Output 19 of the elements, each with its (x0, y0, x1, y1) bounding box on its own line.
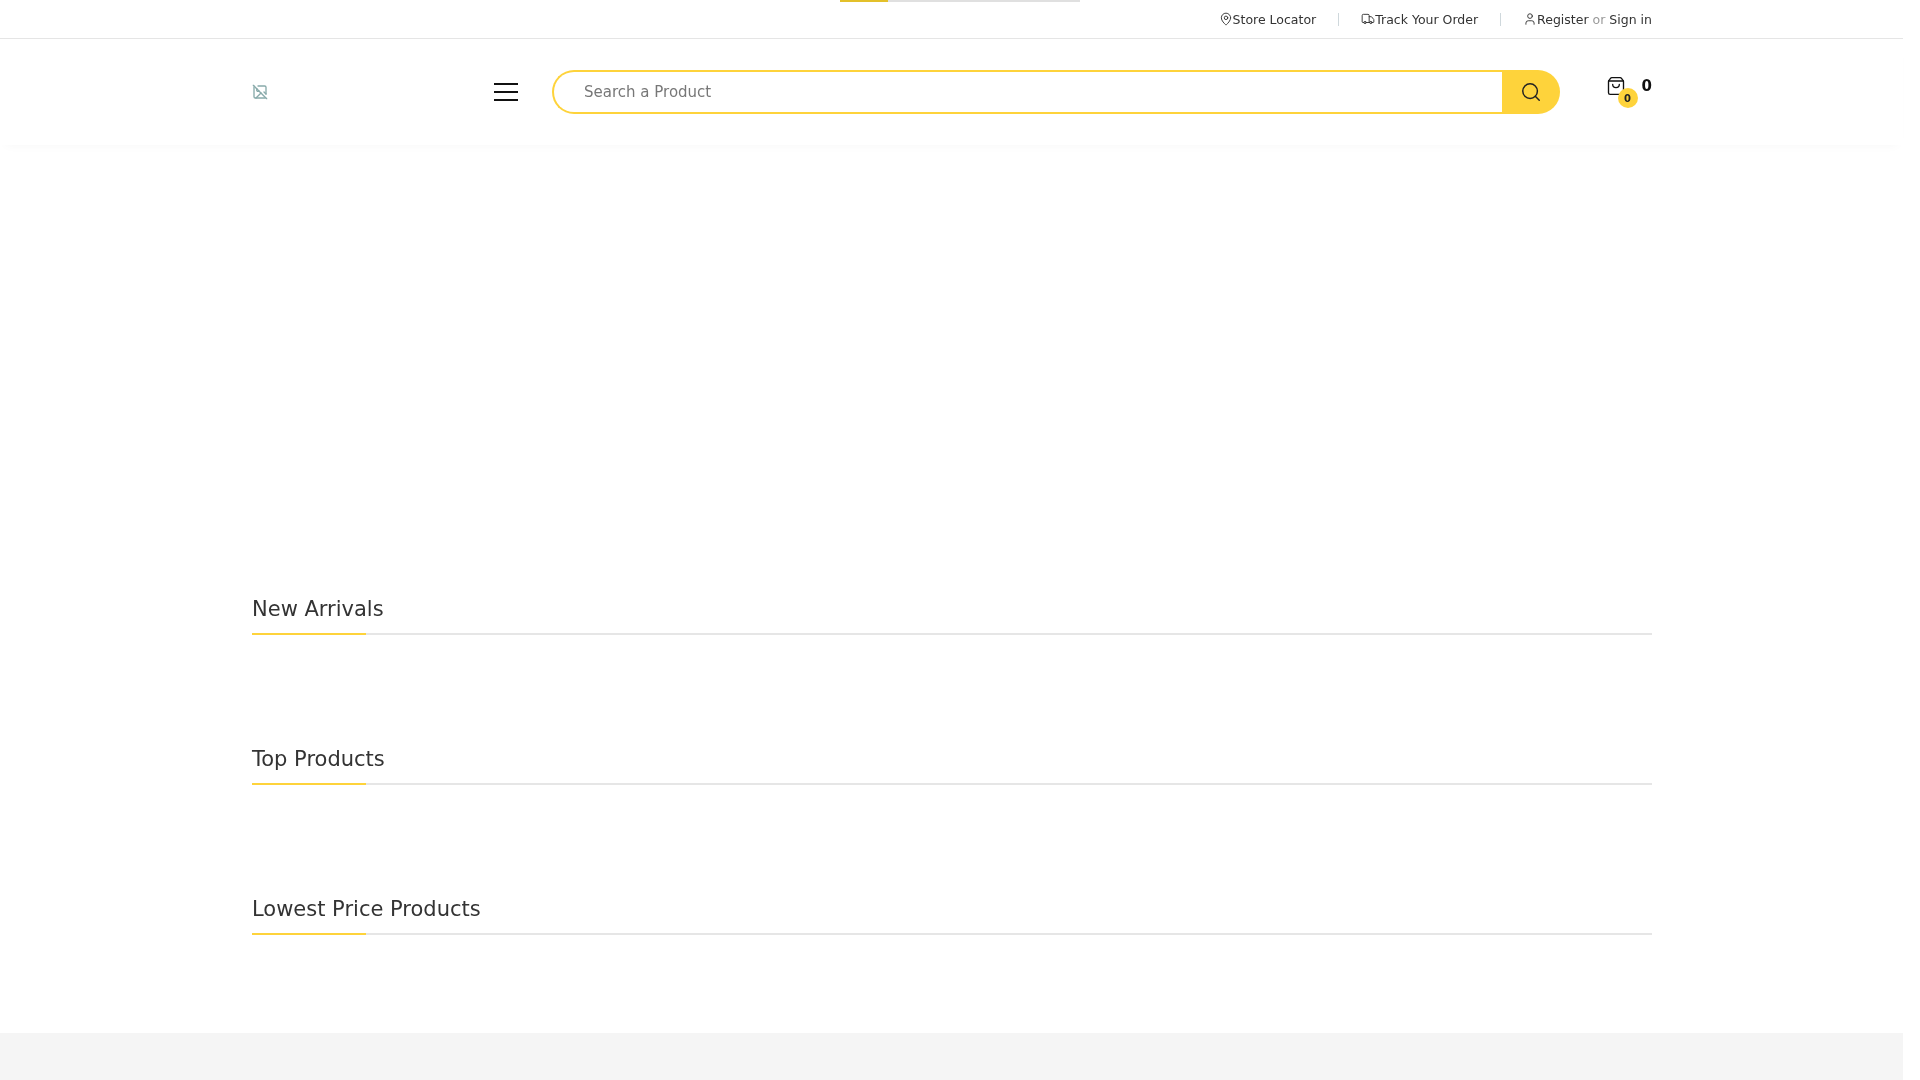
search-icon (1520, 81, 1542, 103)
user-icon (1523, 12, 1538, 26)
cart-total: 0 (1641, 77, 1652, 95)
or-text: or (1592, 11, 1606, 27)
top-link[interactable]: Store Locator (1232, 11, 1317, 27)
top-link[interactable]: Sign in (1609, 11, 1652, 27)
shopping-bag-icon (1605, 76, 1626, 96)
section-title: Lowest Price Products (252, 897, 482, 923)
top-link[interactable]: Register (1537, 11, 1589, 27)
cart-button[interactable]: 0 0 (1605, 74, 1652, 110)
search-field[interactable]: Search a Product (552, 70, 1502, 114)
cart-count-badge: 0 (1617, 88, 1638, 108)
top-link[interactable]: Track Your Order (1375, 11, 1479, 27)
map-pin-icon (1218, 12, 1233, 26)
section-title: New Arrivals (252, 597, 385, 623)
truck-icon (1361, 12, 1376, 26)
menu-button[interactable] (494, 83, 518, 101)
section-title: Top Products (252, 747, 386, 773)
search-button[interactable] (1502, 70, 1560, 114)
